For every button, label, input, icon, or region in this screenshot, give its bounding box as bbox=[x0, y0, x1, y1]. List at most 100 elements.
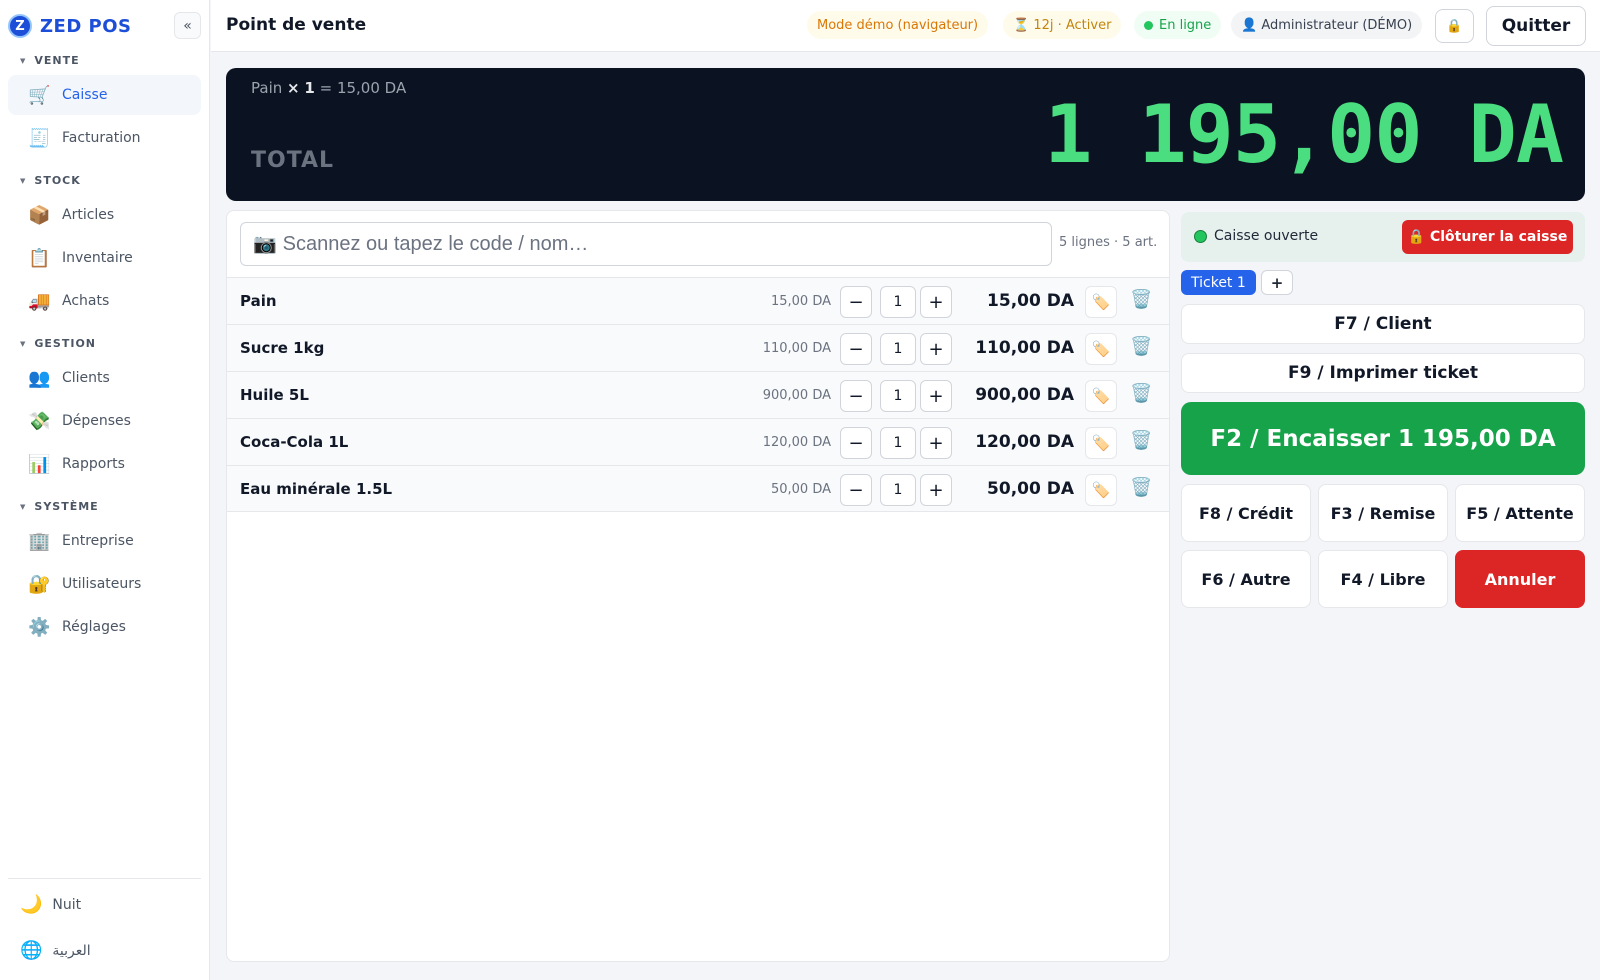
increase-qty-button[interactable]: + bbox=[920, 427, 952, 459]
sidebar-item-achats[interactable]: 🚚 Achats bbox=[8, 281, 201, 321]
tag-icon[interactable]: 🏷️ bbox=[1085, 474, 1117, 506]
section-title-gestion[interactable]: ▼ GESTION bbox=[20, 337, 96, 350]
item-name: Pain bbox=[240, 292, 277, 310]
tag-icon[interactable]: 🏷️ bbox=[1085, 333, 1117, 365]
qty-field[interactable]: 1 bbox=[880, 286, 916, 318]
tag-icon[interactable]: 🏷️ bbox=[1085, 380, 1117, 412]
sidebar: Z ZED POS « ▼ VENTE 🛒 Caisse 🧾 Facturation … bbox=[0, 0, 210, 980]
tag-icon[interactable]: 🏷️ bbox=[1085, 286, 1117, 318]
decrease-qty-button[interactable]: − bbox=[840, 286, 872, 318]
cart-lines: Pain 15,00 DA − 1 + 15,00 DA 🏷️ 🗑️ Sucre… bbox=[227, 277, 1169, 512]
cart-row[interactable]: Eau minérale 1.5L 50,00 DA − 1 + 50,00 D… bbox=[227, 465, 1169, 512]
trash-icon[interactable]: 🗑️ bbox=[1130, 289, 1152, 310]
decrease-qty-button[interactable]: − bbox=[840, 474, 872, 506]
cart-count: 5 lignes · 5 art. bbox=[1059, 235, 1158, 250]
decrease-qty-button[interactable]: − bbox=[840, 427, 872, 459]
sidebar-item-reglages[interactable]: ⚙️ Réglages bbox=[8, 607, 201, 647]
lock-icon: 🔒 bbox=[1446, 18, 1463, 34]
gear-icon: ⚙️ bbox=[28, 616, 51, 638]
money-icon: 💸 bbox=[28, 410, 51, 432]
clipboard-icon: 📋 bbox=[28, 247, 51, 269]
qty-field[interactable]: 1 bbox=[880, 380, 916, 412]
print-ticket-button[interactable]: F9 / Imprimer ticket bbox=[1181, 353, 1585, 393]
brand[interactable]: Z ZED POS bbox=[8, 10, 132, 42]
total-label: TOTAL bbox=[251, 148, 335, 173]
scan-input[interactable]: 📷 Scannez ou tapez le code / nom… bbox=[240, 222, 1052, 266]
section-title-stock[interactable]: ▼ STOCK bbox=[20, 174, 81, 187]
trash-icon[interactable]: 🗑️ bbox=[1130, 336, 1152, 357]
qty-field[interactable]: 1 bbox=[880, 427, 916, 459]
tab-ticket-1[interactable]: Ticket 1 bbox=[1181, 270, 1256, 295]
collapse-sidebar-button[interactable]: « bbox=[174, 12, 201, 39]
increase-qty-button[interactable]: + bbox=[920, 286, 952, 318]
caret-down-icon: ▼ bbox=[20, 339, 27, 348]
lock-button[interactable]: 🔒 bbox=[1435, 9, 1474, 43]
increase-qty-button[interactable]: + bbox=[920, 380, 952, 412]
sidebar-item-label: Articles bbox=[62, 207, 115, 223]
close-register-button[interactable]: 🔒 Clôturer la caisse bbox=[1402, 220, 1573, 254]
user-badge[interactable]: 👤 Administrateur (DÉMO) bbox=[1231, 11, 1423, 39]
globe-icon: 🌐 bbox=[20, 940, 43, 961]
online-status-badge: En ligne bbox=[1134, 11, 1222, 39]
night-mode-label: Nuit bbox=[52, 896, 82, 913]
total-amount: 1 195,00 DA bbox=[1044, 88, 1564, 181]
caret-down-icon: ▼ bbox=[20, 56, 27, 65]
quit-button[interactable]: Quitter bbox=[1486, 6, 1586, 46]
section-title-systeme[interactable]: ▼ SYSTÈME bbox=[20, 500, 99, 513]
qty-field[interactable]: 1 bbox=[880, 474, 916, 506]
caret-down-icon: ▼ bbox=[20, 176, 27, 185]
credit-button[interactable]: F8 / Crédit bbox=[1181, 484, 1311, 542]
unit-price: 50,00 DA bbox=[770, 482, 831, 497]
free-item-button[interactable]: F4 / Libre bbox=[1318, 550, 1448, 608]
demo-mode-badge: Mode démo (navigateur) bbox=[807, 11, 989, 39]
increase-qty-button[interactable]: + bbox=[920, 333, 952, 365]
trash-icon[interactable]: 🗑️ bbox=[1130, 477, 1152, 498]
trial-activate-badge[interactable]: ⏳ 12j · Activer bbox=[1003, 11, 1122, 39]
line-total: 15,00 DA bbox=[987, 291, 1074, 311]
sidebar-divider bbox=[8, 878, 201, 879]
discount-button[interactable]: F3 / Remise bbox=[1318, 484, 1448, 542]
sidebar-item-depenses[interactable]: 💸 Dépenses bbox=[8, 401, 201, 441]
page-title: Point de vente bbox=[226, 15, 367, 35]
increase-qty-button[interactable]: + bbox=[920, 474, 952, 506]
logo-icon: Z bbox=[8, 14, 32, 38]
qty-field[interactable]: 1 bbox=[880, 333, 916, 365]
other-payment-button[interactable]: F6 / Autre bbox=[1181, 550, 1311, 608]
caret-down-icon: ▼ bbox=[20, 502, 27, 511]
night-mode-toggle[interactable]: 🌙 Nuit bbox=[20, 894, 81, 915]
add-ticket-button[interactable]: + bbox=[1261, 270, 1293, 295]
trash-icon[interactable]: 🗑️ bbox=[1130, 383, 1152, 404]
sidebar-item-entreprise[interactable]: 🏢 Entreprise bbox=[8, 521, 201, 561]
item-name: Eau minérale 1.5L bbox=[240, 480, 393, 498]
sidebar-item-label: Utilisateurs bbox=[62, 576, 142, 592]
cart-row[interactable]: Huile 5L 900,00 DA − 1 + 900,00 DA 🏷️ 🗑️ bbox=[227, 371, 1169, 418]
moon-icon: 🌙 bbox=[20, 894, 43, 915]
sidebar-item-rapports[interactable]: 📊 Rapports bbox=[8, 444, 201, 484]
sidebar-item-clients[interactable]: 👥 Clients bbox=[8, 358, 201, 398]
cancel-button[interactable]: Annuler bbox=[1455, 550, 1585, 608]
decrease-qty-button[interactable]: − bbox=[840, 333, 872, 365]
cart-row[interactable]: Pain 15,00 DA − 1 + 15,00 DA 🏷️ 🗑️ bbox=[227, 277, 1169, 324]
sidebar-item-caisse[interactable]: 🛒 Caisse bbox=[8, 75, 201, 115]
line-total: 120,00 DA bbox=[975, 432, 1074, 452]
trash-icon[interactable]: 🗑️ bbox=[1130, 430, 1152, 451]
camera-icon: 📷 bbox=[253, 234, 277, 255]
checkout-button[interactable]: F2 / Encaisser 1 195,00 DA bbox=[1181, 402, 1585, 475]
tag-icon[interactable]: 🏷️ bbox=[1085, 427, 1117, 459]
language-toggle[interactable]: 🌐 العربية bbox=[20, 940, 91, 961]
cart-row[interactable]: Coca-Cola 1L 120,00 DA − 1 + 120,00 DA 🏷… bbox=[227, 418, 1169, 465]
item-name: Coca-Cola 1L bbox=[240, 433, 349, 451]
cart-panel: 📷 Scannez ou tapez le code / nom… 5 lign… bbox=[226, 210, 1170, 962]
cart-row[interactable]: Sucre 1kg 110,00 DA − 1 + 110,00 DA 🏷️ 🗑… bbox=[227, 324, 1169, 371]
receipt-icon: 🧾 bbox=[28, 127, 51, 149]
hold-button[interactable]: F5 / Attente bbox=[1455, 484, 1585, 542]
decrease-qty-button[interactable]: − bbox=[840, 380, 872, 412]
truck-icon: 🚚 bbox=[28, 290, 51, 312]
sidebar-item-facturation[interactable]: 🧾 Facturation bbox=[8, 118, 201, 158]
sidebar-item-utilisateurs[interactable]: 🔐 Utilisateurs bbox=[8, 564, 201, 604]
sidebar-item-inventaire[interactable]: 📋 Inventaire bbox=[8, 238, 201, 278]
section-title-vente[interactable]: ▼ VENTE bbox=[20, 54, 80, 67]
client-button[interactable]: F7 / Client bbox=[1181, 304, 1585, 344]
sidebar-item-articles[interactable]: 📦 Articles bbox=[8, 195, 201, 235]
brand-name: ZED POS bbox=[40, 15, 132, 37]
